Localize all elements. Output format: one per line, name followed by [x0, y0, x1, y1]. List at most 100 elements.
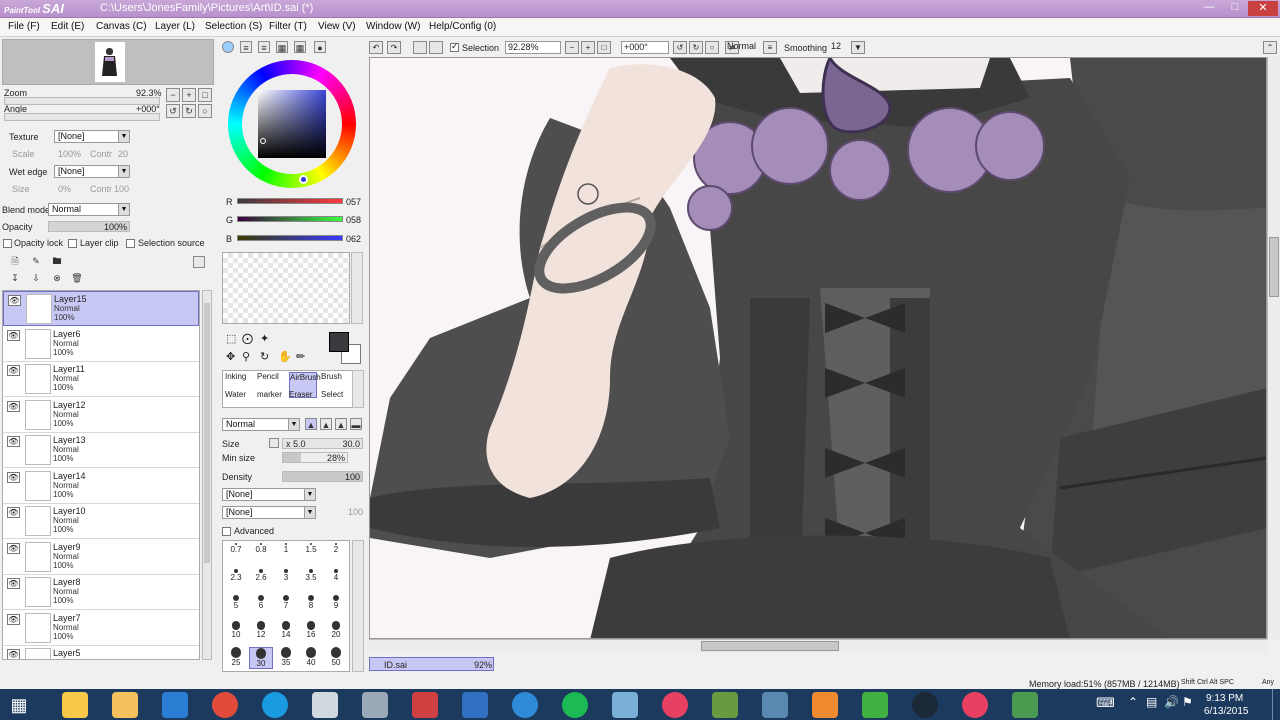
brush-size-preset[interactable]: 2.3 [224, 569, 248, 582]
smoothing-dropdown[interactable]: ▼ [851, 41, 865, 54]
brush-size-preset[interactable]: 12 [249, 621, 273, 639]
brush-tip-medium-icon[interactable]: ▲ [320, 418, 332, 430]
brush-size-preset[interactable]: 20 [324, 621, 348, 639]
saturation-value-square[interactable] [258, 90, 326, 158]
angle-slider[interactable] [4, 113, 160, 121]
layer-row[interactable]: 👁 Layer15 Normal 100% [3, 291, 199, 326]
layer-row[interactable]: 👁 Layer5 [3, 646, 199, 659]
delete-layer-icon[interactable]: 🗑 [70, 272, 84, 286]
visibility-eye-icon[interactable]: 👁 [7, 436, 20, 447]
swatch-mode-icon[interactable]: ▦ [276, 41, 288, 53]
file-explorer-icon[interactable] [112, 692, 138, 718]
toolbar-zoom-in-button[interactable]: + [581, 41, 595, 54]
visibility-eye-icon[interactable]: 👁 [7, 542, 20, 554]
spotify-icon[interactable] [562, 692, 588, 718]
menu-window[interactable]: Window (W) [366, 21, 420, 32]
deselect-button[interactable] [413, 41, 427, 54]
itunes-icon-2[interactable] [962, 692, 988, 718]
brush-size-preset[interactable]: 3.5 [299, 569, 323, 582]
menu-view[interactable]: View (V) [318, 21, 356, 32]
brush-size-preset[interactable]: 4 [324, 569, 348, 582]
toolbar-rotate-right-button[interactable]: ↻ [689, 41, 703, 54]
brush-texture-select[interactable]: [None] ▼ [222, 506, 316, 519]
tool-preset[interactable]: Select [321, 390, 349, 416]
network-icon[interactable]: ▤ [1146, 695, 1157, 709]
stabilizer-mode-button[interactable]: ≡ [763, 41, 777, 54]
blend-mode-field[interactable]: Normal [725, 41, 759, 54]
canvas-vertical-scrollbar[interactable] [1267, 57, 1280, 639]
brush-size-preset[interactable]: 2 [324, 543, 348, 554]
selection-checkbox[interactable]: ✓ [450, 41, 459, 52]
show-desktop-button[interactable] [1272, 689, 1280, 720]
brush-size-preset[interactable]: 25 [224, 647, 248, 667]
visibility-eye-icon[interactable]: 👁 [7, 578, 20, 589]
rotate-left-button[interactable]: ↺ [166, 104, 180, 118]
hsv-slider-mode-icon[interactable]: ≡ [258, 41, 270, 53]
angle-field[interactable]: +000° [621, 41, 669, 54]
eyedropper-icon[interactable]: ✏ [296, 350, 305, 363]
lasso-icon[interactable]: ⨀ [242, 332, 253, 345]
foreground-color-swatch[interactable] [329, 332, 349, 352]
brush-size-preset[interactable]: 5 [224, 595, 248, 610]
paint-icon[interactable] [362, 692, 388, 718]
zoom-reset-button[interactable]: □ [198, 88, 212, 102]
density-slider[interactable]: 100 [282, 471, 363, 482]
brush-size-preset[interactable]: 9 [324, 595, 348, 610]
toolbar-collapse-button[interactable]: ⌃ [1263, 41, 1277, 54]
tool-preset-scrollbar[interactable] [352, 370, 364, 408]
merge-down-icon[interactable]: ⇩ [29, 272, 43, 286]
color-wheel-mode-icon[interactable] [222, 41, 234, 53]
clear-layer-icon[interactable]: ⊗ [50, 272, 64, 286]
rotate-reset-button[interactable]: ○ [198, 104, 212, 118]
selection-source-checkbox[interactable] [126, 239, 135, 248]
horizontal-scroll-thumb[interactable] [701, 641, 839, 651]
volume-icon[interactable]: 🔊 [1164, 695, 1179, 709]
app-icon-20[interactable] [1012, 692, 1038, 718]
brush-size-preset[interactable]: 40 [299, 647, 323, 667]
invert-selection-button[interactable] [429, 41, 443, 54]
brush-size-preset[interactable]: 8 [299, 595, 323, 610]
internet-explorer-icon[interactable] [162, 692, 188, 718]
app-icon-17[interactable] [862, 692, 888, 718]
maximize-button[interactable]: □ [1222, 1, 1248, 16]
tool-preset[interactable]: Water [225, 390, 253, 416]
brush-tip-hard-icon[interactable]: ▲ [305, 418, 317, 430]
clock-date[interactable]: 6/13/2015 [1204, 706, 1249, 717]
visibility-eye-icon[interactable]: 👁 [7, 507, 20, 518]
zoom-icon[interactable]: ⚲ [242, 350, 250, 363]
visibility-eye-icon[interactable]: 👁 [7, 329, 20, 341]
min-size-slider[interactable]: 28% [282, 452, 348, 463]
app-icon-12[interactable] [612, 692, 638, 718]
minecraft-icon[interactable] [712, 692, 738, 718]
tool-preset[interactable]: marker [257, 390, 285, 416]
app-icon-8[interactable] [412, 692, 438, 718]
menu-canvas[interactable]: Canvas (C) [96, 21, 147, 32]
menu-filter[interactable]: Filter (T) [269, 21, 307, 32]
new-folder-icon[interactable]: 🖿 [50, 255, 64, 269]
magic-wand-icon[interactable]: ✦ [260, 332, 269, 345]
rotate-right-button[interactable]: ↻ [182, 104, 196, 118]
tray-chevron-icon[interactable]: ⌃ [1128, 695, 1138, 709]
b-slider[interactable] [237, 235, 343, 241]
brush-size-preset[interactable]: 7 [274, 595, 298, 610]
menu-layer[interactable]: Layer (L) [155, 21, 195, 32]
chrome-icon[interactable] [212, 692, 238, 718]
brush-shape-select[interactable]: [None] ▼ [222, 488, 316, 501]
zoom-in-button[interactable]: + [182, 88, 196, 102]
brush-size-preset[interactable]: 50 [324, 647, 348, 667]
r-slider[interactable] [237, 198, 343, 204]
steam-icon[interactable] [912, 692, 938, 718]
brush-size-preset[interactable]: 16 [299, 621, 323, 639]
new-vector-layer-icon[interactable]: ✎ [29, 255, 43, 269]
toolbar-rotate-left-button[interactable]: ↺ [673, 41, 687, 54]
minimize-button[interactable]: — [1196, 1, 1222, 16]
transfer-down-icon[interactable]: ↧ [8, 272, 22, 286]
brush-mode-select[interactable]: Normal ▼ [222, 418, 300, 431]
brush-size-preset[interactable]: 3 [274, 569, 298, 582]
g-slider[interactable] [237, 216, 343, 222]
brush-size-preset[interactable]: 0.7 [224, 543, 248, 554]
brush-size-preset[interactable]: 14 [274, 621, 298, 639]
app-icon-1[interactable] [62, 692, 88, 718]
color-wheel[interactable] [220, 56, 364, 192]
document-tab[interactable]: ID.sai 92% [369, 657, 494, 671]
